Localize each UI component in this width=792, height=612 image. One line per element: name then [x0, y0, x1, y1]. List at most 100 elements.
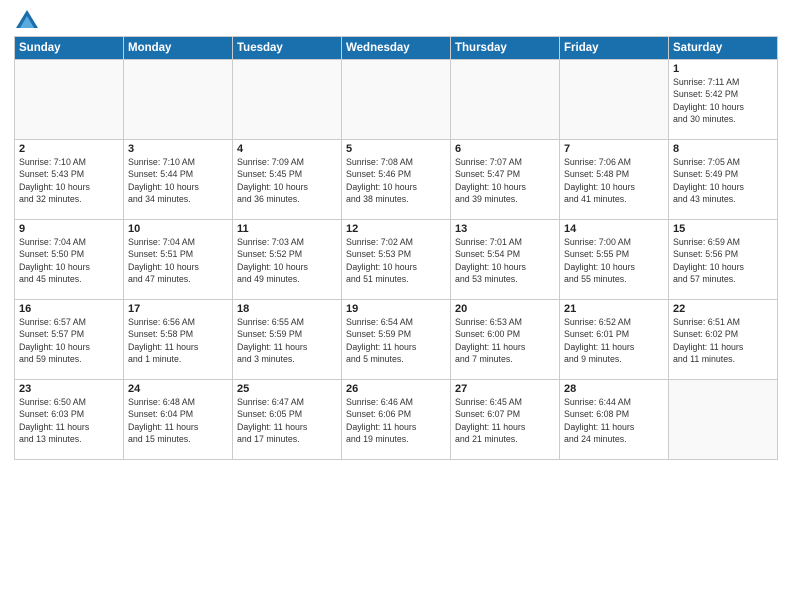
- calendar-cell: [451, 60, 560, 140]
- calendar: SundayMondayTuesdayWednesdayThursdayFrid…: [14, 36, 778, 460]
- day-number: 15: [673, 223, 773, 235]
- calendar-cell: 22Sunrise: 6:51 AM Sunset: 6:02 PM Dayli…: [669, 300, 778, 380]
- day-info: Sunrise: 6:50 AM Sunset: 6:03 PM Dayligh…: [19, 396, 119, 445]
- day-number: 13: [455, 223, 555, 235]
- day-info: Sunrise: 6:54 AM Sunset: 5:59 PM Dayligh…: [346, 316, 446, 365]
- day-number: 20: [455, 303, 555, 315]
- day-info: Sunrise: 6:47 AM Sunset: 6:05 PM Dayligh…: [237, 396, 337, 445]
- day-number: 16: [19, 303, 119, 315]
- calendar-week-row: 16Sunrise: 6:57 AM Sunset: 5:57 PM Dayli…: [15, 300, 778, 380]
- day-info: Sunrise: 6:48 AM Sunset: 6:04 PM Dayligh…: [128, 396, 228, 445]
- calendar-cell: 10Sunrise: 7:04 AM Sunset: 5:51 PM Dayli…: [124, 220, 233, 300]
- day-number: 11: [237, 223, 337, 235]
- day-info: Sunrise: 6:56 AM Sunset: 5:58 PM Dayligh…: [128, 316, 228, 365]
- day-info: Sunrise: 6:44 AM Sunset: 6:08 PM Dayligh…: [564, 396, 664, 445]
- day-number: 17: [128, 303, 228, 315]
- calendar-week-row: 9Sunrise: 7:04 AM Sunset: 5:50 PM Daylig…: [15, 220, 778, 300]
- day-info: Sunrise: 6:53 AM Sunset: 6:00 PM Dayligh…: [455, 316, 555, 365]
- day-info: Sunrise: 6:51 AM Sunset: 6:02 PM Dayligh…: [673, 316, 773, 365]
- calendar-cell: [233, 60, 342, 140]
- calendar-cell: 16Sunrise: 6:57 AM Sunset: 5:57 PM Dayli…: [15, 300, 124, 380]
- calendar-cell: [124, 60, 233, 140]
- calendar-cell: 8Sunrise: 7:05 AM Sunset: 5:49 PM Daylig…: [669, 140, 778, 220]
- calendar-cell: 27Sunrise: 6:45 AM Sunset: 6:07 PM Dayli…: [451, 380, 560, 460]
- day-number: 4: [237, 143, 337, 155]
- day-of-week-header: Saturday: [669, 37, 778, 60]
- calendar-cell: 14Sunrise: 7:00 AM Sunset: 5:55 PM Dayli…: [560, 220, 669, 300]
- day-info: Sunrise: 6:57 AM Sunset: 5:57 PM Dayligh…: [19, 316, 119, 365]
- day-of-week-header: Tuesday: [233, 37, 342, 60]
- day-number: 22: [673, 303, 773, 315]
- day-number: 9: [19, 223, 119, 235]
- day-info: Sunrise: 6:59 AM Sunset: 5:56 PM Dayligh…: [673, 236, 773, 285]
- day-info: Sunrise: 6:52 AM Sunset: 6:01 PM Dayligh…: [564, 316, 664, 365]
- calendar-week-row: 1Sunrise: 7:11 AM Sunset: 5:42 PM Daylig…: [15, 60, 778, 140]
- day-info: Sunrise: 7:11 AM Sunset: 5:42 PM Dayligh…: [673, 76, 773, 125]
- day-number: 1: [673, 63, 773, 75]
- calendar-cell: 17Sunrise: 6:56 AM Sunset: 5:58 PM Dayli…: [124, 300, 233, 380]
- day-info: Sunrise: 7:08 AM Sunset: 5:46 PM Dayligh…: [346, 156, 446, 205]
- day-info: Sunrise: 7:04 AM Sunset: 5:50 PM Dayligh…: [19, 236, 119, 285]
- day-number: 21: [564, 303, 664, 315]
- calendar-week-row: 23Sunrise: 6:50 AM Sunset: 6:03 PM Dayli…: [15, 380, 778, 460]
- calendar-cell: 24Sunrise: 6:48 AM Sunset: 6:04 PM Dayli…: [124, 380, 233, 460]
- calendar-cell: 7Sunrise: 7:06 AM Sunset: 5:48 PM Daylig…: [560, 140, 669, 220]
- calendar-cell: 20Sunrise: 6:53 AM Sunset: 6:00 PM Dayli…: [451, 300, 560, 380]
- day-info: Sunrise: 7:06 AM Sunset: 5:48 PM Dayligh…: [564, 156, 664, 205]
- day-of-week-header: Sunday: [15, 37, 124, 60]
- calendar-cell: 15Sunrise: 6:59 AM Sunset: 5:56 PM Dayli…: [669, 220, 778, 300]
- day-info: Sunrise: 7:02 AM Sunset: 5:53 PM Dayligh…: [346, 236, 446, 285]
- calendar-cell: 23Sunrise: 6:50 AM Sunset: 6:03 PM Dayli…: [15, 380, 124, 460]
- day-number: 12: [346, 223, 446, 235]
- day-number: 19: [346, 303, 446, 315]
- day-number: 10: [128, 223, 228, 235]
- calendar-cell: 5Sunrise: 7:08 AM Sunset: 5:46 PM Daylig…: [342, 140, 451, 220]
- day-of-week-header: Wednesday: [342, 37, 451, 60]
- day-of-week-header: Monday: [124, 37, 233, 60]
- calendar-cell: 13Sunrise: 7:01 AM Sunset: 5:54 PM Dayli…: [451, 220, 560, 300]
- day-number: 5: [346, 143, 446, 155]
- logo: [14, 10, 38, 28]
- calendar-cell: [15, 60, 124, 140]
- day-of-week-header: Friday: [560, 37, 669, 60]
- calendar-header-row: SundayMondayTuesdayWednesdayThursdayFrid…: [15, 37, 778, 60]
- day-info: Sunrise: 7:03 AM Sunset: 5:52 PM Dayligh…: [237, 236, 337, 285]
- day-number: 3: [128, 143, 228, 155]
- day-info: Sunrise: 7:04 AM Sunset: 5:51 PM Dayligh…: [128, 236, 228, 285]
- calendar-cell: 6Sunrise: 7:07 AM Sunset: 5:47 PM Daylig…: [451, 140, 560, 220]
- day-number: 24: [128, 383, 228, 395]
- day-number: 23: [19, 383, 119, 395]
- header: [14, 10, 778, 28]
- day-info: Sunrise: 7:07 AM Sunset: 5:47 PM Dayligh…: [455, 156, 555, 205]
- calendar-week-row: 2Sunrise: 7:10 AM Sunset: 5:43 PM Daylig…: [15, 140, 778, 220]
- day-number: 28: [564, 383, 664, 395]
- day-number: 14: [564, 223, 664, 235]
- day-info: Sunrise: 7:10 AM Sunset: 5:44 PM Dayligh…: [128, 156, 228, 205]
- day-info: Sunrise: 6:55 AM Sunset: 5:59 PM Dayligh…: [237, 316, 337, 365]
- calendar-cell: [342, 60, 451, 140]
- day-info: Sunrise: 7:09 AM Sunset: 5:45 PM Dayligh…: [237, 156, 337, 205]
- day-number: 2: [19, 143, 119, 155]
- day-info: Sunrise: 7:05 AM Sunset: 5:49 PM Dayligh…: [673, 156, 773, 205]
- day-number: 6: [455, 143, 555, 155]
- calendar-cell: 19Sunrise: 6:54 AM Sunset: 5:59 PM Dayli…: [342, 300, 451, 380]
- logo-icon: [16, 10, 38, 28]
- day-number: 25: [237, 383, 337, 395]
- day-number: 8: [673, 143, 773, 155]
- page: SundayMondayTuesdayWednesdayThursdayFrid…: [0, 0, 792, 612]
- day-number: 7: [564, 143, 664, 155]
- day-of-week-header: Thursday: [451, 37, 560, 60]
- day-info: Sunrise: 6:45 AM Sunset: 6:07 PM Dayligh…: [455, 396, 555, 445]
- calendar-cell: 21Sunrise: 6:52 AM Sunset: 6:01 PM Dayli…: [560, 300, 669, 380]
- calendar-cell: [560, 60, 669, 140]
- day-info: Sunrise: 7:01 AM Sunset: 5:54 PM Dayligh…: [455, 236, 555, 285]
- calendar-cell: 2Sunrise: 7:10 AM Sunset: 5:43 PM Daylig…: [15, 140, 124, 220]
- calendar-cell: [669, 380, 778, 460]
- calendar-cell: 25Sunrise: 6:47 AM Sunset: 6:05 PM Dayli…: [233, 380, 342, 460]
- day-info: Sunrise: 7:10 AM Sunset: 5:43 PM Dayligh…: [19, 156, 119, 205]
- calendar-cell: 28Sunrise: 6:44 AM Sunset: 6:08 PM Dayli…: [560, 380, 669, 460]
- calendar-cell: 11Sunrise: 7:03 AM Sunset: 5:52 PM Dayli…: [233, 220, 342, 300]
- calendar-cell: 12Sunrise: 7:02 AM Sunset: 5:53 PM Dayli…: [342, 220, 451, 300]
- calendar-cell: 26Sunrise: 6:46 AM Sunset: 6:06 PM Dayli…: [342, 380, 451, 460]
- calendar-cell: 18Sunrise: 6:55 AM Sunset: 5:59 PM Dayli…: [233, 300, 342, 380]
